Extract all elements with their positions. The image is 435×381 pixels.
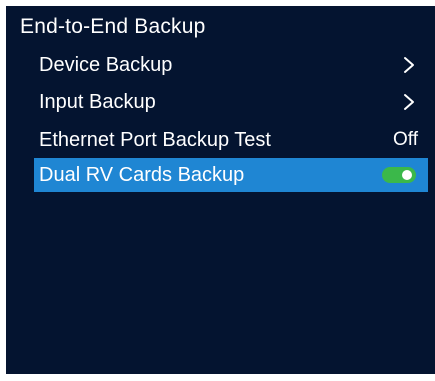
menu-item-dual-rv-cards-backup[interactable]: Dual RV Cards Backup bbox=[34, 158, 428, 192]
toggle-knob bbox=[402, 170, 412, 180]
backup-settings-screen: End-to-End Backup Device Backup Input Ba… bbox=[6, 6, 435, 374]
menu-item-input-backup[interactable]: Input Backup bbox=[34, 85, 428, 119]
setting-value: Off bbox=[393, 129, 418, 150]
menu-item-label: Ethernet Port Backup Test bbox=[39, 129, 271, 151]
chevron-right-icon bbox=[400, 54, 418, 76]
menu-item-label: Input Backup bbox=[39, 91, 156, 113]
page-title: End-to-End Backup bbox=[20, 15, 206, 38]
chevron-right-icon bbox=[400, 91, 418, 113]
menu-item-label: Dual RV Cards Backup bbox=[39, 164, 245, 186]
menu-item-label: Device Backup bbox=[39, 54, 173, 76]
menu-item-ethernet-port-backup-test[interactable]: Ethernet Port Backup Test Off bbox=[34, 123, 428, 157]
toggle-switch[interactable] bbox=[382, 167, 416, 183]
menu-item-device-backup[interactable]: Device Backup bbox=[34, 48, 428, 82]
